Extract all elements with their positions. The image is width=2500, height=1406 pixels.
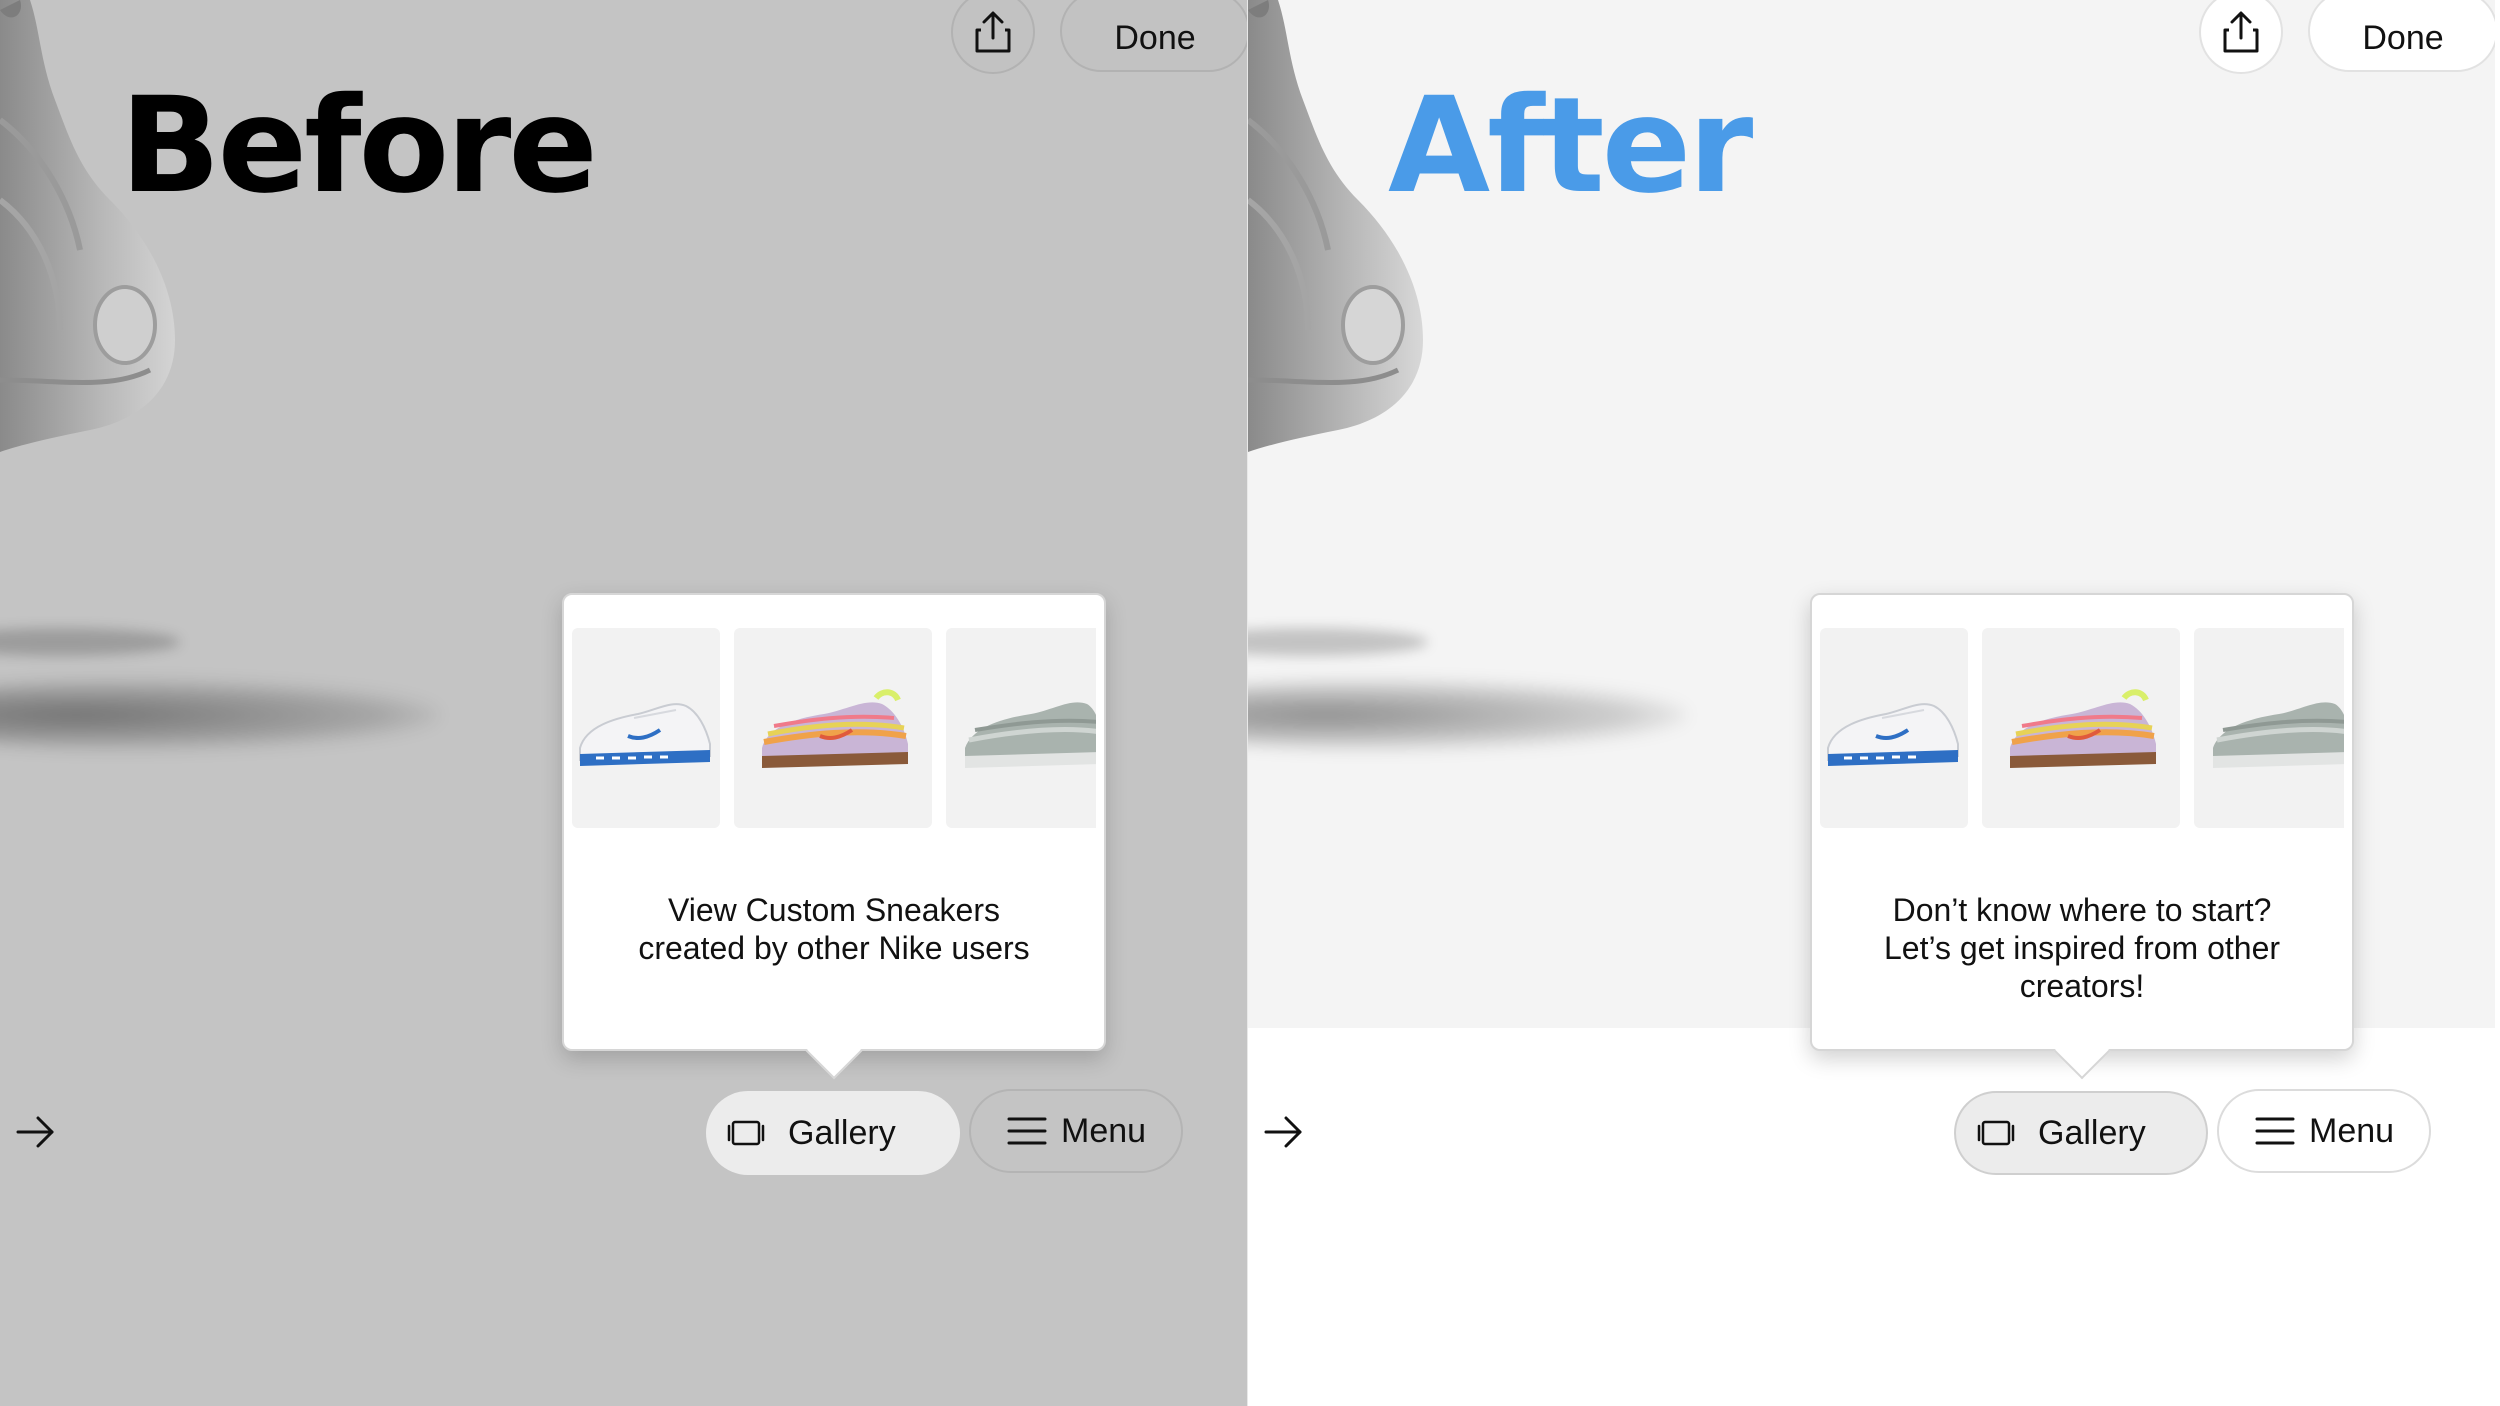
- menu-label: Menu: [1061, 1111, 1147, 1150]
- sneaker-thumbnail[interactable]: [1820, 628, 1968, 828]
- hamburger-icon: [1007, 1117, 1047, 1145]
- tooltip-line: View Custom Sneakers: [668, 892, 1000, 928]
- thumbnail-carousel[interactable]: [1820, 628, 2344, 828]
- tooltip-line: Let’s get inspired from other: [1883, 930, 2281, 966]
- thumbnail-carousel[interactable]: [572, 628, 1096, 828]
- comparison-heading: Before: [120, 69, 598, 223]
- tooltip-line: creators!: [2019, 968, 2145, 1004]
- gallery-tooltip: View Custom Sneakers created by other Ni…: [562, 593, 1106, 1080]
- sneaker-thumbnail[interactable]: [734, 628, 932, 828]
- tooltip-pointer: [2053, 1022, 2111, 1080]
- menu-button[interactable]: Menu: [2217, 1089, 2431, 1173]
- done-button[interactable]: Done: [1060, 0, 1247, 72]
- sneaker-thumbnail[interactable]: [1982, 628, 2180, 828]
- gallery-label: Gallery: [2038, 1113, 2146, 1152]
- gallery-button[interactable]: Gallery: [1954, 1091, 2208, 1175]
- menu-button[interactable]: Menu: [969, 1089, 1183, 1173]
- sneaker-thumbnail[interactable]: [946, 628, 1096, 828]
- sneaker-thumbnail[interactable]: [572, 628, 720, 828]
- arrow-right-icon[interactable]: [14, 1112, 58, 1152]
- gallery-label: Gallery: [788, 1113, 896, 1152]
- comparison-heading: After: [1388, 69, 1753, 223]
- before-panel: Before Done View Custom Sneakers created…: [0, 0, 1247, 1406]
- menu-label: Menu: [2309, 1111, 2395, 1150]
- share-button[interactable]: [951, 0, 1035, 74]
- tooltip-line: created by other Nike users: [638, 930, 1030, 966]
- gallery-icon: [727, 1120, 765, 1146]
- tooltip-message: Don’t know where to start? Let’s get ins…: [1832, 891, 2332, 1005]
- gallery-icon: [1977, 1120, 2015, 1146]
- tooltip-line: Don’t know where to start?: [1892, 892, 2272, 928]
- share-icon: [975, 11, 1011, 53]
- shoe-shadow: [0, 628, 180, 656]
- share-icon: [2223, 11, 2259, 53]
- gallery-tooltip: Don’t know where to start? Let’s get ins…: [1810, 593, 2354, 1080]
- gallery-button[interactable]: Gallery: [706, 1091, 960, 1175]
- after-panel: After Done Don’t know where to start? Le…: [1248, 0, 2495, 1406]
- hamburger-icon: [2255, 1117, 2295, 1145]
- tooltip-pointer: [805, 1022, 863, 1080]
- done-button[interactable]: Done: [2308, 0, 2495, 72]
- arrow-right-icon[interactable]: [1262, 1112, 1306, 1152]
- shoe-shadow: [0, 680, 440, 750]
- tooltip-message: View Custom Sneakers created by other Ni…: [584, 891, 1084, 967]
- sneaker-thumbnail[interactable]: [2194, 628, 2344, 828]
